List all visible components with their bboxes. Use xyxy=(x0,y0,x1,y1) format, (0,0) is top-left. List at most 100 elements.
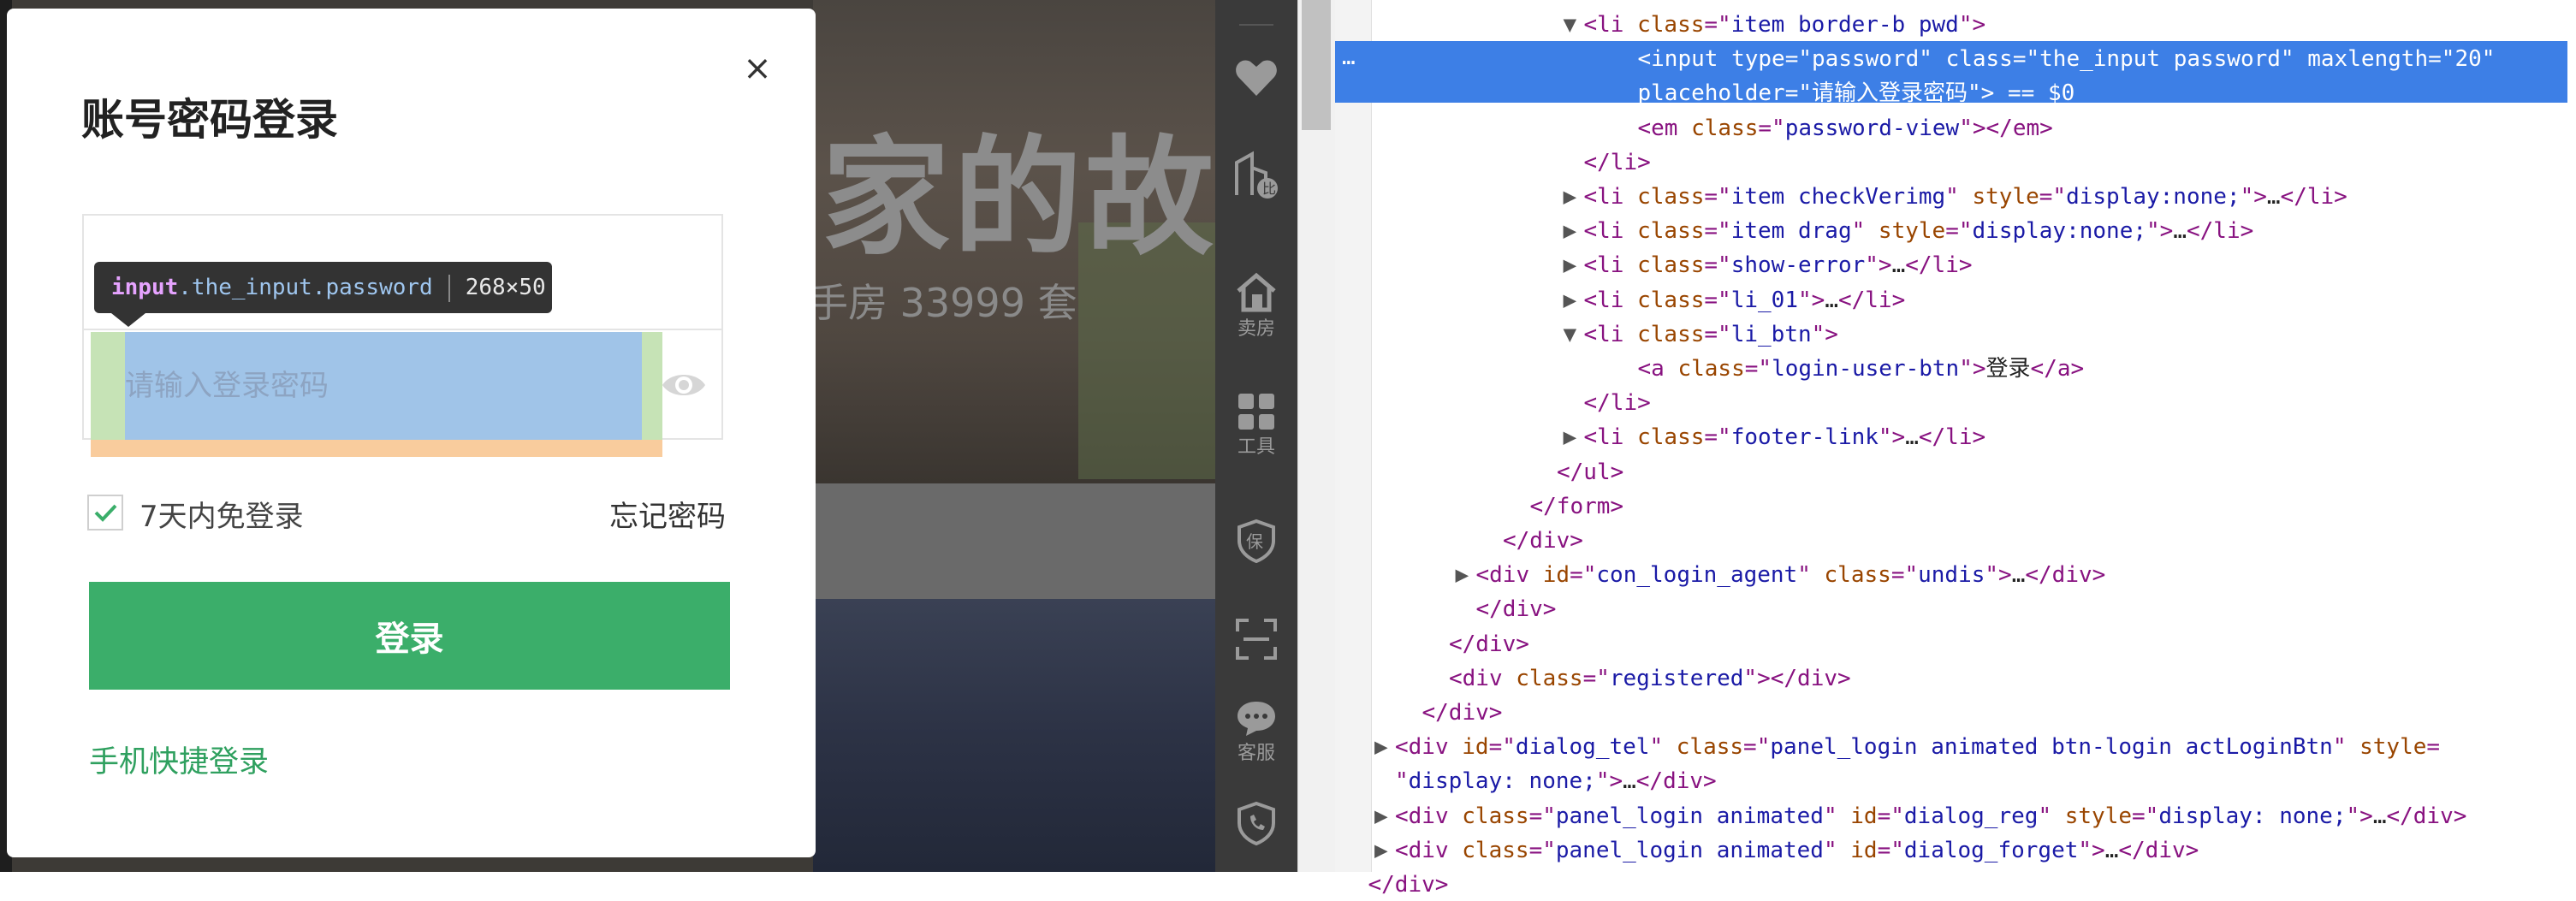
dom-node-line[interactable]: <div class="registered"></div> xyxy=(1428,662,1851,695)
dom-token: item drag xyxy=(1730,218,1852,245)
dom-token: </ul> xyxy=(1557,459,1624,485)
dom-token: class xyxy=(1637,12,1705,38)
eye-icon[interactable] xyxy=(661,366,707,404)
expand-toggle-icon[interactable]: ▶ xyxy=(1564,249,1584,282)
page-scrollbar[interactable] xyxy=(1297,0,1336,872)
dom-token: "> xyxy=(2078,837,2105,863)
dom-token: display:none; xyxy=(2066,184,2241,210)
dom-token: "> xyxy=(1595,768,1623,795)
dom-token: class xyxy=(1691,115,1759,141)
login-button[interactable]: 登录 xyxy=(89,582,730,690)
password-input[interactable] xyxy=(125,332,642,440)
dom-node-line[interactable]: ▶ <div class="panel_login animated" id="d… xyxy=(1374,834,2199,867)
dom-token: class xyxy=(1676,734,1744,761)
dom-token: class xyxy=(1637,321,1705,347)
phone-button[interactable] xyxy=(1215,801,1297,845)
dom-node-line[interactable]: </div> xyxy=(1402,696,1503,729)
scan-icon xyxy=(1236,619,1277,660)
guarantee-button[interactable]: 保 xyxy=(1215,519,1297,563)
dom-node-line[interactable]: ▶ <div id="con_login_agent" class="undis"… xyxy=(1456,559,2106,591)
expand-toggle-icon[interactable]: ▶ xyxy=(1374,800,1395,833)
inspector-tooltip: input.the_input.password 268×50 xyxy=(94,262,552,313)
dom-token: =" xyxy=(2039,184,2067,210)
dom-token: <li xyxy=(1583,184,1638,210)
dom-token: </li> xyxy=(1837,287,1906,313)
dom-node-line[interactable]: "display: none;">…</div> xyxy=(1374,765,1717,797)
expand-toggle-icon[interactable]: ▼ xyxy=(1564,9,1584,41)
dom-token: style xyxy=(1972,184,2039,210)
dom-token: " xyxy=(1797,562,1825,589)
dom-node-line[interactable]: </div> xyxy=(1482,525,1583,557)
forgot-password-link[interactable]: 忘记密码 xyxy=(609,493,726,535)
expand-toggle-icon[interactable]: ▶ xyxy=(1374,731,1395,763)
expand-toggle-icon[interactable]: ▶ xyxy=(1374,834,1395,867)
favorites-button[interactable] xyxy=(1215,58,1297,98)
dom-token: dialog_forget xyxy=(1903,837,2079,863)
dom-node-line[interactable]: </li> xyxy=(1564,387,1651,419)
dom-token: id xyxy=(1850,837,1878,863)
floating-toolbar: 比 卖房 工具 保 客服 xyxy=(1215,0,1297,872)
dom-token: <div xyxy=(1395,803,1463,829)
close-button[interactable]: × xyxy=(736,47,779,90)
dom-token: … xyxy=(2173,218,2187,245)
expand-toggle-icon[interactable]: ▼ xyxy=(1564,318,1584,351)
dom-token: class xyxy=(1637,287,1705,313)
dom-node-line[interactable]: </div> xyxy=(1428,628,1529,661)
dom-token: footer-link xyxy=(1730,424,1879,451)
page-scroll-thumb[interactable] xyxy=(1302,0,1331,130)
dom-node-line[interactable]: ▶ <li class="footer-link">…</li> xyxy=(1564,421,1986,453)
dom-token: dialog_reg xyxy=(1903,803,2039,829)
dom-token: </div> xyxy=(1503,528,1583,554)
dom-token: registered xyxy=(1609,665,1744,691)
dom-node-line[interactable]: </li> xyxy=(1564,146,1651,179)
dom-node-line[interactable]: </ul> xyxy=(1536,456,1623,489)
expand-toggle-icon[interactable]: ▶ xyxy=(1564,215,1584,247)
dom-node-line[interactable]: </div> xyxy=(1348,868,1449,901)
compare-button[interactable]: 比 xyxy=(1215,151,1297,200)
shield-icon: 保 xyxy=(1238,519,1275,563)
expand-toggle-icon[interactable]: ▶ xyxy=(1564,421,1584,453)
dom-token: </div> xyxy=(1449,631,1529,657)
expand-toggle-icon[interactable]: ▶ xyxy=(1564,284,1584,317)
inspect-highlight-padding-left xyxy=(91,332,125,440)
customer-service-button[interactable]: 客服 xyxy=(1215,700,1297,765)
dom-token: =" xyxy=(1704,287,1731,313)
dom-node-line[interactable]: ▼ <li class="li_btn"> xyxy=(1564,318,1838,351)
dom-token: "> xyxy=(1811,321,1838,347)
scan-button[interactable] xyxy=(1215,618,1297,661)
phone-quick-login-link[interactable]: 手机快捷登录 xyxy=(89,738,269,781)
dom-token: = xyxy=(2426,734,2441,761)
dom-node-line[interactable]: ▶ <div id="dialog_tel" class="panel_login… xyxy=(1374,731,2440,763)
dom-token: <em xyxy=(1637,115,1692,141)
toolbar-divider xyxy=(1239,24,1273,26)
dom-token: panel_login animated btn-login actLoginB… xyxy=(1770,734,2333,761)
dialog-title: 账号密码登录 xyxy=(81,95,338,145)
dom-token: <div xyxy=(1449,665,1517,691)
dom-token: "></em> xyxy=(1959,115,2053,141)
dom-node-line[interactable]: ▶ <li class="li_01">…</li> xyxy=(1564,284,1906,317)
dom-node-line[interactable]: <input type="password" class="the_input … xyxy=(1617,43,2496,75)
dom-node-line[interactable]: </div> xyxy=(1456,593,1557,625)
phone-icon xyxy=(1238,801,1275,845)
dom-token: li_01 xyxy=(1730,287,1798,313)
tools-button[interactable]: 工具 xyxy=(1215,392,1297,459)
remember-checkbox[interactable] xyxy=(87,495,123,531)
dom-token: " xyxy=(2332,734,2360,761)
dom-node-line[interactable]: ▶ <li class="item checkVerimg" style="dis… xyxy=(1564,181,2347,213)
expand-toggle-icon[interactable]: ▶ xyxy=(1456,559,1476,591)
dom-node-line[interactable]: ▼ <li class="item border-b pwd"> xyxy=(1564,9,1986,41)
dom-node-line[interactable]: placeholder="请输入登录密码"> == $0 xyxy=(1617,77,2075,110)
dom-token: password xyxy=(1812,46,1920,73)
dom-token: class xyxy=(1637,218,1705,245)
dom-node-line[interactable]: ▶ <li class="item drag" style="display:no… xyxy=(1564,215,2254,247)
node-actions-icon[interactable]: … xyxy=(1342,44,1356,70)
dom-node-line[interactable]: </form> xyxy=(1510,490,1624,523)
dom-node-line[interactable]: ▶ <li class="show-error">…</li> xyxy=(1564,249,1973,282)
sell-house-button[interactable]: 卖房 xyxy=(1215,270,1297,341)
expand-toggle-icon[interactable]: ▶ xyxy=(1564,181,1584,213)
dom-node-line[interactable]: <em class="password-view"></em> xyxy=(1617,112,2053,145)
dom-node-line[interactable]: <a class="login-user-btn">登录</a> xyxy=(1617,353,2085,385)
dom-node-line[interactable]: ▶ <div class="panel_login animated" id="d… xyxy=(1374,800,2466,833)
dom-token: =" xyxy=(1528,803,1556,829)
dom-token: </li> xyxy=(2280,184,2347,210)
